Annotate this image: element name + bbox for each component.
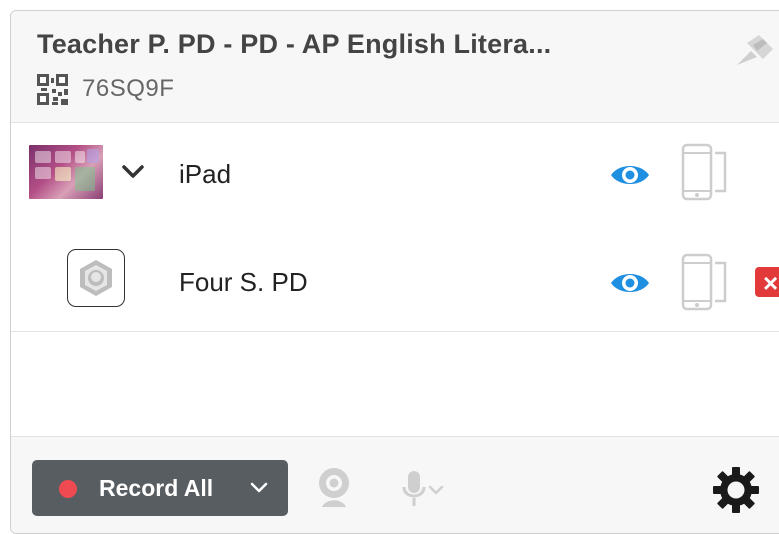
qr-code-icon <box>37 73 68 105</box>
gear-icon[interactable] <box>711 465 761 515</box>
record-dot-icon <box>59 480 77 498</box>
device-row-four-s-pd[interactable]: Four S. PD × <box>11 227 779 332</box>
remove-device-button[interactable]: × <box>755 267 779 298</box>
device-row-ipad[interactable]: iPad <box>11 123 779 228</box>
eye-icon[interactable] <box>609 267 651 299</box>
screen-thumbnail <box>29 145 103 199</box>
device-name: Four S. PD <box>179 267 308 297</box>
session-code: 76SQ9F <box>82 75 175 102</box>
phone-outline-icon[interactable] <box>681 143 729 201</box>
device-name: iPad <box>179 159 232 189</box>
close-icon: × <box>763 268 779 298</box>
record-all-label: Record All <box>99 475 214 501</box>
eye-icon[interactable] <box>609 159 651 191</box>
chevron-down-icon[interactable] <box>121 162 145 182</box>
microphone-icon[interactable] <box>399 469 451 509</box>
phone-outline-icon[interactable] <box>681 253 729 311</box>
pin-icon[interactable] <box>733 31 775 67</box>
user-avatar-icon <box>67 249 125 307</box>
panel-header: Teacher P. PD - PD - AP English Litera..… <box>11 11 779 123</box>
webcam-icon[interactable] <box>316 467 352 509</box>
chevron-down-icon[interactable] <box>248 480 270 496</box>
session-title: Teacher P. PD - PD - AP English Litera..… <box>37 29 552 59</box>
mirroring-panel: Teacher P. PD - PD - AP English Litera..… <box>10 10 779 534</box>
session-code-row: 76SQ9F <box>37 73 174 105</box>
panel-footer: Record All <box>11 436 779 533</box>
record-all-button[interactable]: Record All <box>32 460 288 516</box>
